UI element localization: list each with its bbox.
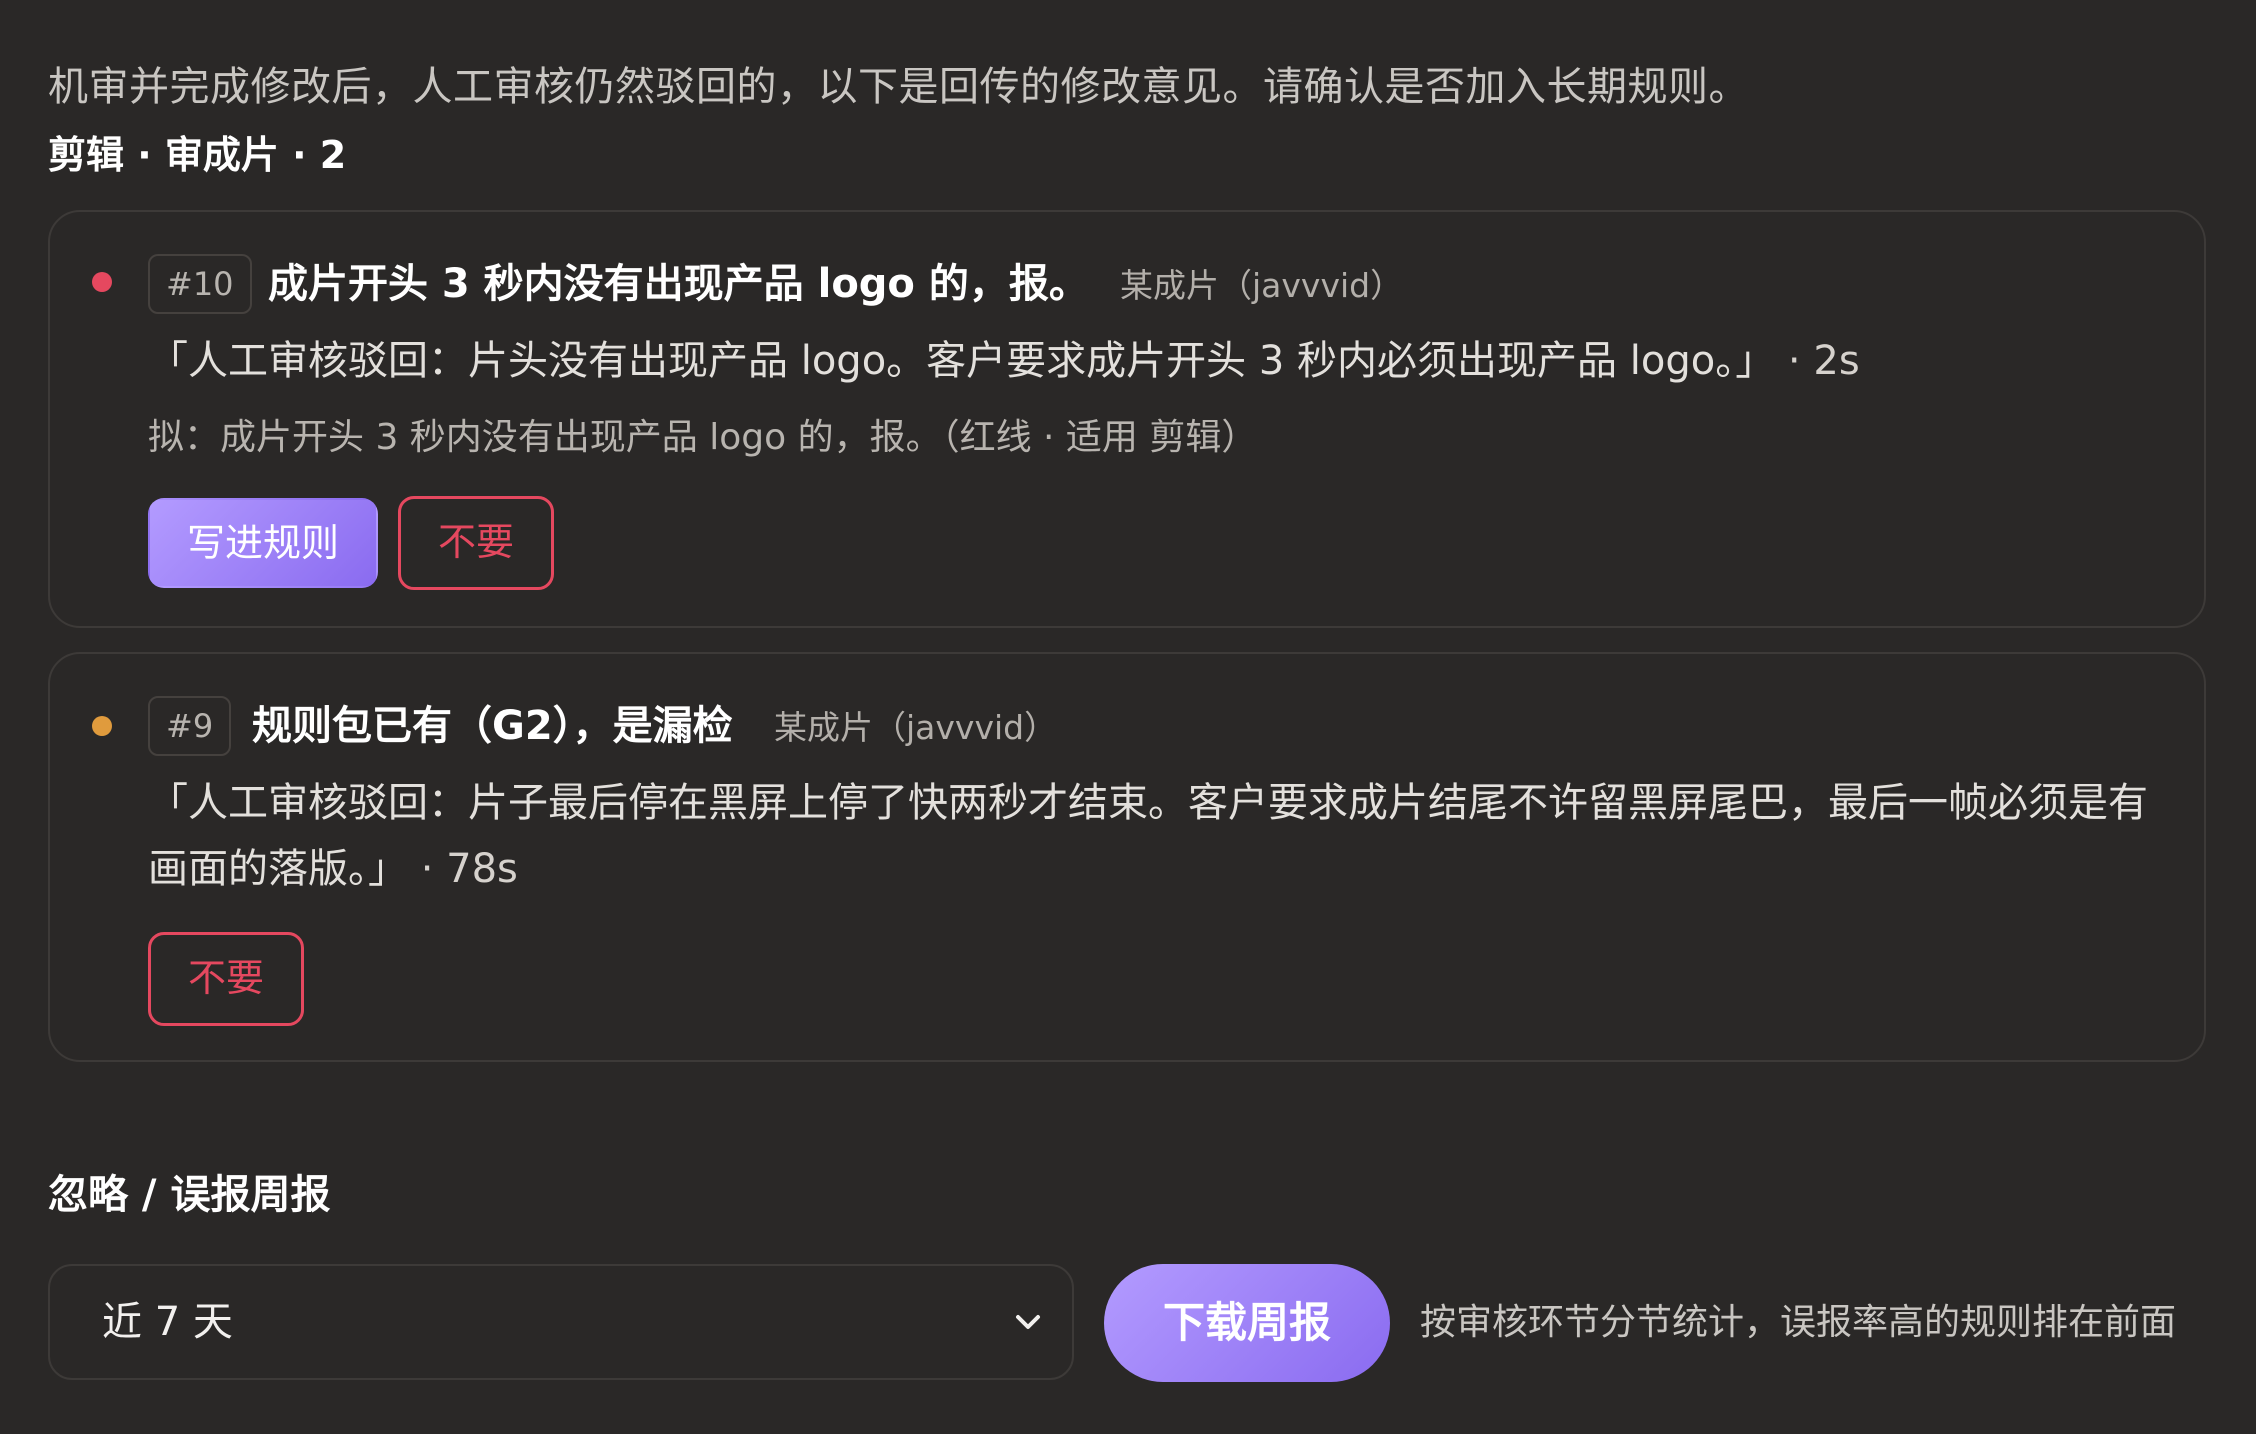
intro-text: 机审并完成修改后，人工审核仍然驳回的，以下是回传的修改意见。请确认是否加入长期规… [48,64,1749,110]
period-select[interactable]: 近 7 天 [48,1264,1074,1380]
reject-button[interactable]: 不要 [148,932,304,1026]
status-dot-orange [92,716,112,736]
report-hint: 按审核环节分节统计，误报率高的规则排在前面 [1420,1302,2177,1343]
rejection-quote: 「人工审核驳回：片头没有出现产品 logo。客户要求成片开头 3 秒内必须出现产… [148,328,1860,394]
rule-title: 规则包已有（G2），是漏检 [252,703,733,749]
status-dot-red [92,272,112,292]
rule-card: #10 成片开头 3 秒内没有出现产品 logo 的，报。 某成片（javvvi… [48,210,2206,628]
quote-text: 「人工审核驳回：片头没有出现产品 logo。客户要求成片开头 3 秒内必须出现产… [148,338,1776,384]
rule-source: 某成片（javvvid） [774,708,1058,747]
rule-card: #9 规则包已有（G2），是漏检 某成片（javvvid） 「人工审核驳回：片子… [48,652,2206,1062]
group-title: 剪辑 · 审成片 · 2 [48,133,347,177]
page: 机审并完成修改后，人工审核仍然驳回的，以下是回传的修改意见。请确认是否加入长期规… [0,0,2256,1434]
quote-duration: · 78s [408,846,518,892]
rule-title: 成片开头 3 秒内没有出现产品 logo 的，报。 [268,261,1089,307]
rule-id-badge: #10 [148,254,252,314]
rule-source: 某成片（javvvid） [1120,266,1404,305]
reject-button[interactable]: 不要 [398,496,554,590]
period-select-value: 近 7 天 [102,1299,233,1345]
rule-id-badge: #9 [148,696,232,756]
chevron-down-icon [1016,1315,1040,1329]
download-report-button[interactable]: 下载周报 [1104,1264,1390,1382]
rejection-quote: 「人工审核驳回：片子最后停在黑屏上停了快两秒才结束。客户要求成片结尾不许留黑屏尾… [148,770,2158,902]
quote-duration: · 2s [1775,338,1860,384]
report-section-title: 忽略 / 误报周报 [48,1172,331,1218]
write-rule-button[interactable]: 写进规则 [148,498,378,588]
rule-proposal: 拟：成片开头 3 秒内没有出现产品 logo 的，报。（红线 · 适用 剪辑） [148,417,1258,458]
